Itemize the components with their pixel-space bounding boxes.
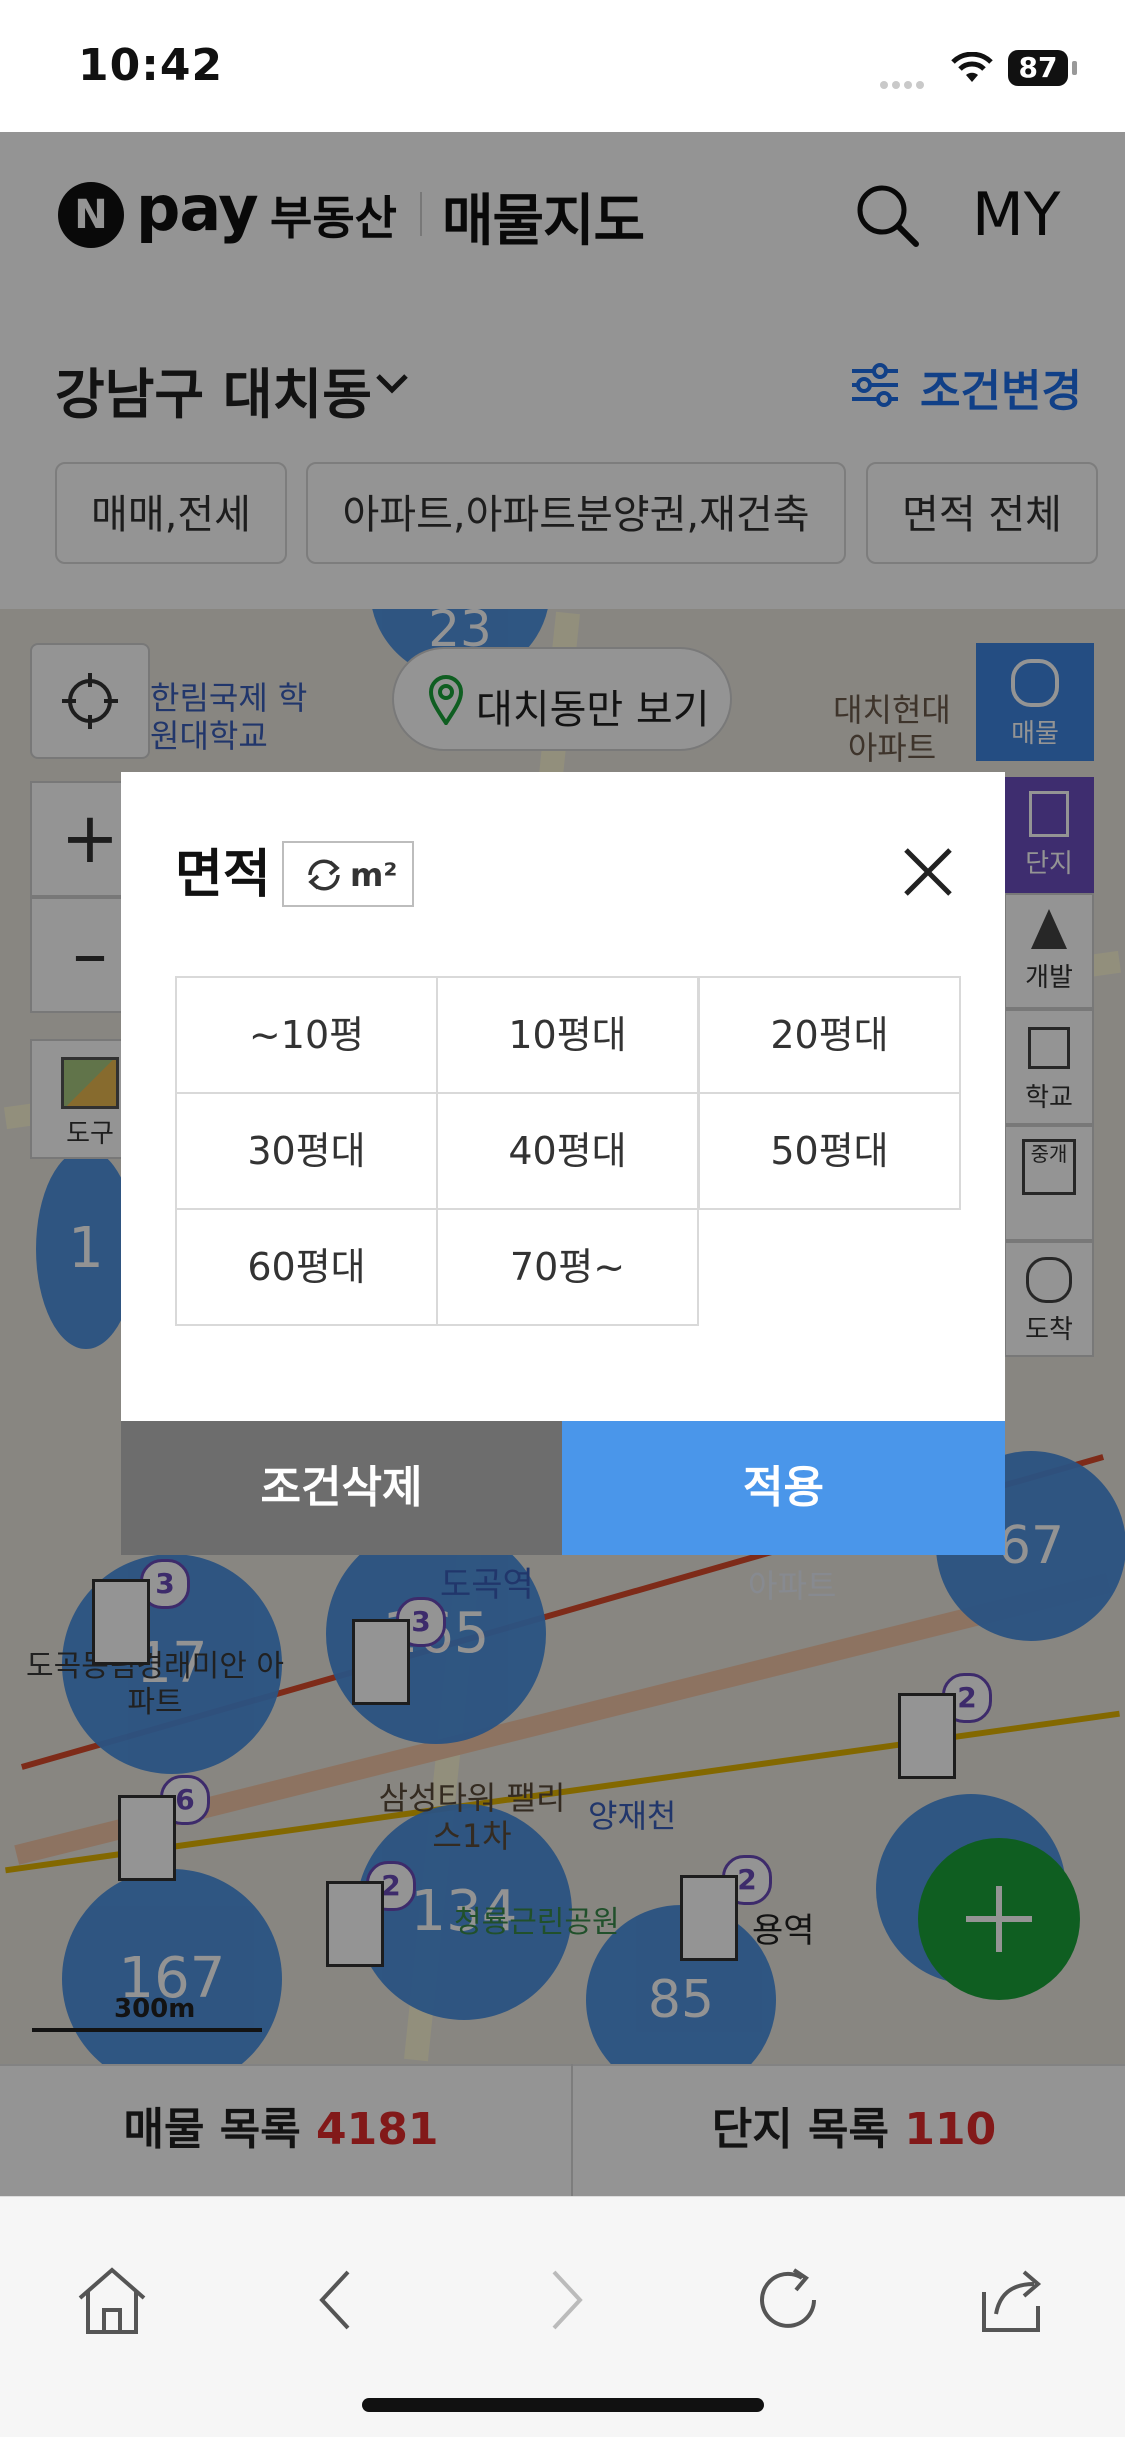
battery-tip xyxy=(1072,61,1077,75)
modal-title: 면적 xyxy=(175,845,271,905)
share-icon[interactable] xyxy=(974,2262,1050,2338)
area-option[interactable]: 60평대 xyxy=(175,1208,438,1326)
status-bar: 10:42 87 xyxy=(0,0,1125,132)
back-icon[interactable] xyxy=(300,2262,376,2338)
area-option[interactable]: 70평~ xyxy=(436,1208,699,1326)
area-option[interactable]: 30평대 xyxy=(175,1092,438,1210)
unit-label: m² xyxy=(350,856,398,894)
home-icon[interactable] xyxy=(74,2262,150,2338)
battery-indicator: 87 xyxy=(1008,50,1068,86)
unit-toggle-button[interactable]: m² xyxy=(282,841,414,907)
area-option[interactable]: 20평대 xyxy=(698,976,961,1094)
status-time: 10:42 xyxy=(78,40,224,91)
wifi-icon xyxy=(951,52,993,82)
signal-icon xyxy=(880,74,928,93)
forward-icon[interactable] xyxy=(526,2262,602,2338)
area-option[interactable]: 40평대 xyxy=(436,1092,699,1210)
reset-button[interactable]: 조건삭제 xyxy=(121,1421,562,1555)
home-indicator xyxy=(362,2398,764,2412)
apply-button[interactable]: 적용 xyxy=(562,1421,1005,1555)
area-option[interactable]: ~10평 xyxy=(175,976,438,1094)
close-icon[interactable] xyxy=(898,842,958,902)
area-option[interactable]: 10평대 xyxy=(436,976,699,1094)
refresh-icon xyxy=(308,859,340,891)
area-option[interactable]: 50평대 xyxy=(698,1092,961,1210)
reload-icon[interactable] xyxy=(750,2262,826,2338)
